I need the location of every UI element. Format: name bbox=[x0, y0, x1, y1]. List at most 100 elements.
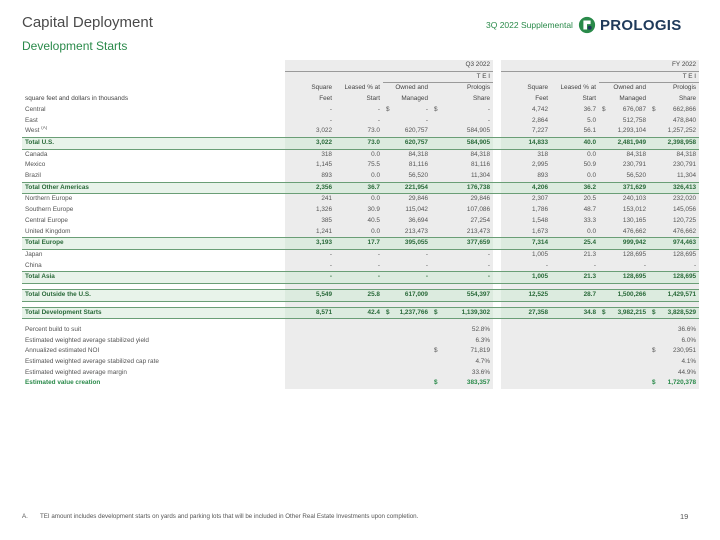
cell-leased-q3: - bbox=[335, 249, 383, 261]
cell-sqft-q3: 3,193 bbox=[285, 237, 335, 250]
col-sqft-q3-line2: Feet bbox=[285, 94, 335, 105]
cell-owned-q3: $ - bbox=[383, 104, 431, 116]
cell-share-fy: $662,866 bbox=[649, 104, 700, 116]
cell-leased-q3: 17.7 bbox=[335, 237, 383, 250]
table-body: Central - - $ - $ -4,742 36.7 $676,087 $662,866 Ea… bbox=[22, 104, 700, 390]
cell-share-fy: 2,398,958 bbox=[649, 136, 700, 150]
cell-leased-fy bbox=[551, 324, 600, 336]
footnote-text: TEI amount includes development starts o… bbox=[40, 513, 419, 520]
cell-sqft-fy: - bbox=[501, 260, 552, 272]
cell-value: 11,304 bbox=[470, 172, 491, 180]
cell-leased-fy: 36.2 bbox=[551, 181, 600, 195]
cell-leased-fy: 56.1 bbox=[551, 126, 600, 138]
cell-sqft-fy: 893 bbox=[501, 171, 552, 183]
cell-value: 153,012 bbox=[622, 206, 647, 214]
cell-value: 107,086 bbox=[466, 206, 491, 214]
cell-value: 230,791 bbox=[622, 161, 647, 169]
cell-leased-q3: 25.8 bbox=[335, 289, 383, 302]
cell-value: 4,742 bbox=[532, 105, 549, 113]
cell-owned-q3: 36,694 bbox=[383, 215, 431, 227]
cell-sqft-q3 bbox=[285, 367, 335, 379]
currency-symbol: $ bbox=[434, 308, 438, 316]
cell-value: 84,318 bbox=[408, 150, 428, 158]
table-row: East - - - - 2,864 5.0 512,758 478,840 bbox=[22, 115, 700, 127]
cell-owned-q3: 29,846 bbox=[383, 193, 431, 206]
cell-value: 21.3 bbox=[583, 273, 597, 281]
cell-owned-fy: $3,982,215 bbox=[599, 306, 650, 320]
cell-owned-q3: - bbox=[383, 260, 431, 272]
cell-sqft-fy: 7,314 bbox=[501, 237, 552, 250]
cell-value: - bbox=[377, 261, 380, 269]
cell-value: 385 bbox=[321, 216, 332, 224]
currency-symbol: $ bbox=[602, 308, 606, 316]
cell-owned-q3: - bbox=[383, 271, 431, 285]
cell-value: 40.5 bbox=[367, 216, 380, 224]
cell-share-q3: 584,905 bbox=[431, 126, 494, 138]
development-starts-table: Q3 2022 FY 2022 T E I T E I Square Lease… bbox=[22, 60, 700, 390]
cell-value: 476,662 bbox=[672, 227, 697, 235]
col-share-fy-line2: Share bbox=[649, 94, 700, 105]
cell-share-q3: 33.6% bbox=[431, 367, 494, 379]
cell-share-fy: $230,951 bbox=[649, 346, 700, 358]
cell-owned-q3: 56,520 bbox=[383, 171, 431, 183]
cell-owned-q3: - bbox=[383, 249, 431, 261]
cell-share-fy: 4.1% bbox=[649, 357, 700, 368]
table-row: West (A) 3,022 73.0 620,757 584,905 7,227 56.1… bbox=[22, 126, 700, 138]
cell-value: 2,356 bbox=[316, 183, 332, 191]
table-total-row: Total Development Starts 8,571 42.4 $1,237,… bbox=[22, 306, 700, 320]
cell-value: 1,293,104 bbox=[617, 127, 647, 135]
cell-owned-fy: 1,293,104 bbox=[599, 126, 650, 138]
cell-value: 617,009 bbox=[404, 291, 428, 299]
cell-leased-fy: 40.0 bbox=[551, 136, 600, 150]
cell-share-fy: 974,463 bbox=[649, 237, 700, 250]
cell-value: 383,357 bbox=[466, 379, 491, 387]
cell-value: 4.1% bbox=[681, 358, 697, 366]
cell-value: 2,995 bbox=[532, 161, 549, 169]
table-row: Estimated weighted average stabilized yi… bbox=[22, 335, 700, 347]
cell-leased-q3: - bbox=[335, 260, 383, 272]
cell-sqft-q3: 241 bbox=[285, 193, 335, 206]
row-label: East bbox=[25, 116, 38, 124]
cell-owned-fy: $676,087 bbox=[599, 104, 650, 116]
cell-value: 4,206 bbox=[532, 183, 549, 191]
cell-value: 0.0 bbox=[587, 227, 597, 235]
cell-owned-fy: 56,520 bbox=[599, 171, 650, 183]
cell-leased-q3 bbox=[335, 357, 383, 368]
cell-value: 230,951 bbox=[672, 347, 697, 355]
row-label: Estimated weighted average margin bbox=[25, 368, 127, 376]
cell-value: - bbox=[487, 105, 491, 113]
cell-value: 36.7 bbox=[367, 183, 380, 191]
footnote-ref: (A) bbox=[41, 126, 48, 131]
cell-sqft-q3: - bbox=[285, 104, 335, 116]
cell-sqft-fy: 2,307 bbox=[501, 193, 552, 206]
cell-value: 130,165 bbox=[622, 216, 647, 224]
cell-leased-q3: - bbox=[335, 115, 383, 127]
cell-sqft-fy bbox=[501, 357, 552, 368]
cell-leased-q3: 0.0 bbox=[335, 171, 383, 183]
cell-sqft-fy: 1,005 bbox=[501, 271, 552, 285]
cell-value: 27,254 bbox=[470, 216, 491, 224]
cell-sqft-fy bbox=[501, 335, 552, 347]
cell-sqft-q3: 318 bbox=[285, 149, 335, 161]
cell-sqft-q3 bbox=[285, 324, 335, 336]
table-row: Central Europe 385 40.5 36,694 27,254 1,548 33… bbox=[22, 215, 700, 227]
cell-leased-q3: 75.5 bbox=[335, 160, 383, 172]
table-total-row: Total Other Americas 2,356 36.7 221,954 176,… bbox=[22, 181, 700, 195]
cell-owned-q3 bbox=[383, 335, 431, 347]
cell-value: 29,846 bbox=[408, 195, 428, 203]
cell-value: 42.4 bbox=[367, 308, 380, 316]
cell-leased-q3 bbox=[335, 335, 383, 347]
col-share-fy: Prologis bbox=[649, 82, 700, 95]
cell-share-fy: $1,720,378 bbox=[649, 378, 700, 390]
cell-value: - bbox=[643, 261, 647, 269]
row-label: Central bbox=[25, 105, 46, 113]
table-row: Annualized estimated NOI $71,819 $230,951 bbox=[22, 346, 700, 358]
cell-value: 1,241 bbox=[316, 227, 332, 235]
cell-share-fy: 230,791 bbox=[649, 160, 700, 172]
table-row: Estimated weighted average margin 33.6% 44… bbox=[22, 367, 700, 379]
cell-value: - bbox=[329, 105, 332, 113]
cell-value: 0.0 bbox=[587, 150, 597, 158]
currency-symbol: $ bbox=[652, 308, 656, 316]
cell-value: 1,429,571 bbox=[667, 291, 697, 299]
cell-sqft-fy: 4,206 bbox=[501, 181, 552, 195]
